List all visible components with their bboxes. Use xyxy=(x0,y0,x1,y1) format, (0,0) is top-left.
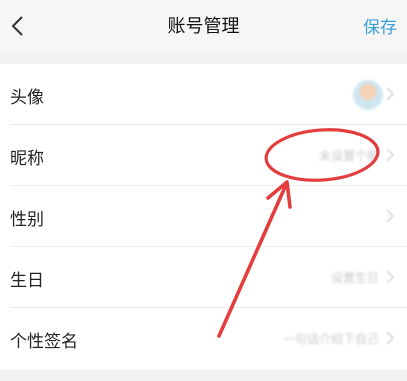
row-birthday[interactable]: 生日 设置生日 xyxy=(0,247,407,308)
row-nickname[interactable]: 昵称 未设置个昵 xyxy=(0,125,407,186)
row-avatar[interactable]: 头像 xyxy=(0,64,407,125)
chevron-right-icon xyxy=(386,148,395,162)
avatar[interactable] xyxy=(353,80,383,110)
chevron-right-icon xyxy=(386,209,395,223)
page-title: 账号管理 xyxy=(167,16,240,37)
row-label-gender: 性别 xyxy=(10,210,44,230)
row-label-birthday: 生日 xyxy=(10,271,44,291)
row-label-signature: 个性签名 xyxy=(10,332,78,352)
nickname-value: 未设置个昵 xyxy=(318,149,379,163)
row-label-nickname: 昵称 xyxy=(10,149,44,169)
chevron-right-icon xyxy=(386,87,395,101)
account-settings-list: 头像 昵称 未设置个昵 性别 生日 设置生日 个性签名 一句话介绍下自己 xyxy=(0,64,407,370)
row-label-avatar: 头像 xyxy=(10,88,44,108)
save-button[interactable]: 保存 xyxy=(363,13,397,38)
birthday-value: 设置生日 xyxy=(330,271,379,285)
signature-value: 一句话介绍下自己 xyxy=(282,332,379,346)
row-signature[interactable]: 个性签名 一句话介绍下自己 xyxy=(0,308,407,369)
navigation-bar: 账号管理 保存 xyxy=(0,0,407,52)
row-gender[interactable]: 性别 xyxy=(0,186,407,247)
chevron-right-icon xyxy=(386,331,395,345)
chevron-right-icon xyxy=(386,270,395,284)
